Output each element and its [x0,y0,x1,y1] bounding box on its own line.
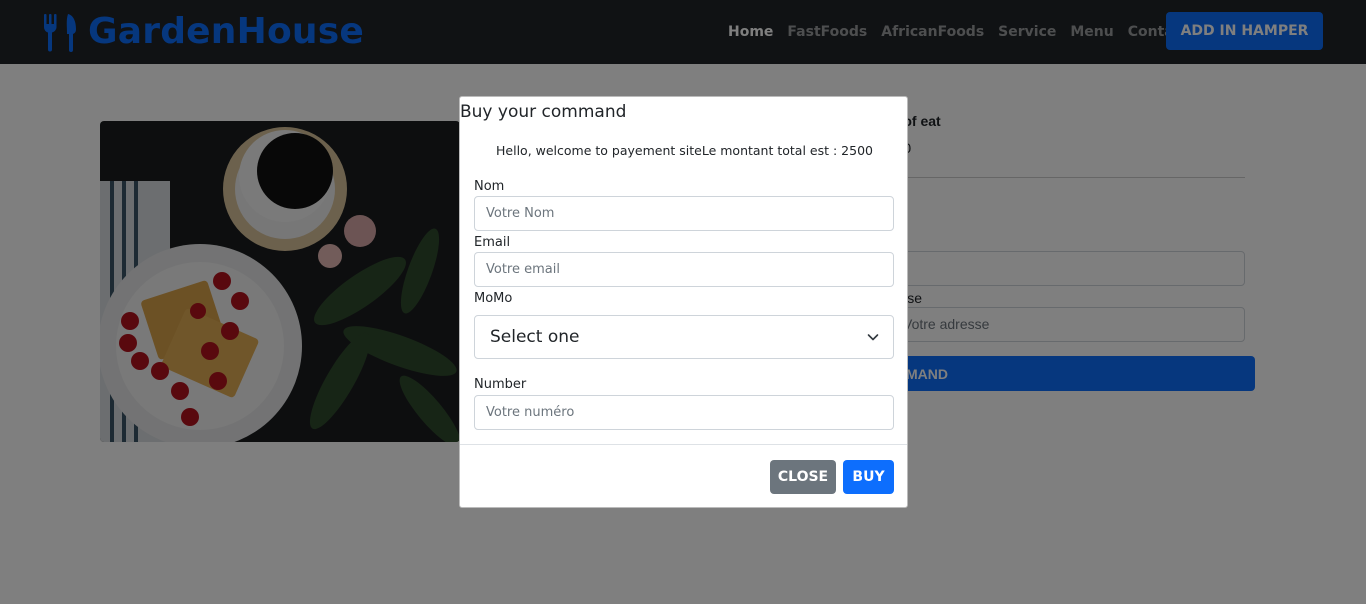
modal-message: Hello, welcome to payement siteLe montan… [496,143,873,158]
momo-selected-value: Select one [490,327,580,347]
momo-select[interactable]: Select one [474,315,894,359]
close-button[interactable]: CLOSE [770,460,836,494]
buy-button[interactable]: BUY [843,460,894,494]
modal-footer-divider [460,444,907,445]
email-label: Email [474,235,511,250]
chevron-down-icon [867,334,879,341]
momo-label: MoMo [474,291,513,306]
email-input[interactable] [474,252,894,287]
modal-title: Buy your command [460,102,627,122]
nom-label: Nom [474,179,505,194]
number-label: Number [474,377,527,392]
number-input[interactable] [474,395,894,430]
buy-command-modal: Buy your command Hello, welcome to payem… [459,96,908,508]
nom-input[interactable] [474,196,894,231]
